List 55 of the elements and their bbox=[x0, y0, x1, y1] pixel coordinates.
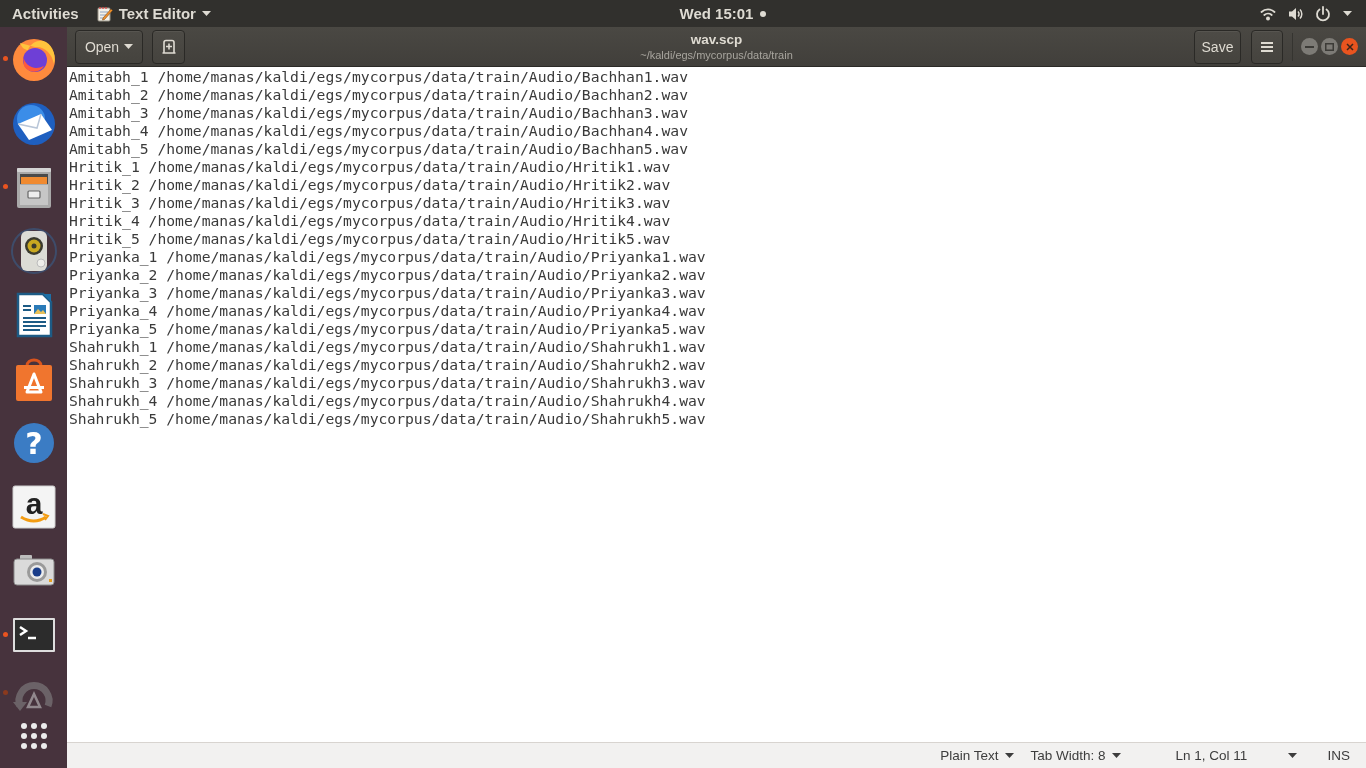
text-line: Priyanka_5 /home/manas/kaldi/egs/mycorpus/data/train/Audio/Priyanka5.wav bbox=[69, 320, 706, 338]
insert-mode-label: INS bbox=[1327, 748, 1350, 763]
close-button[interactable] bbox=[1341, 38, 1358, 55]
text-line: Amitabh_5 /home/manas/kaldi/egs/mycorpus/data/train/Audio/Bachhan5.wav bbox=[69, 140, 688, 158]
language-dropdown[interactable]: Plain Text bbox=[932, 743, 1023, 768]
text-line: Hritik_3 /home/manas/kaldi/egs/mycorpus/data/train/Audio/Hritik3.wav bbox=[69, 194, 671, 212]
text-line: Shahrukh_5 /home/manas/kaldi/egs/mycorpus/data/train/Audio/Shahrukh5.wav bbox=[69, 410, 706, 428]
open-button[interactable]: Open bbox=[75, 29, 143, 64]
text-line: Hritik_1 /home/manas/kaldi/egs/mycorpus/data/train/Audio/Hritik1.wav bbox=[69, 158, 671, 176]
text-line: Amitabh_4 /home/manas/kaldi/egs/mycorpus/data/train/Audio/Bachhan4.wav bbox=[69, 122, 688, 140]
text-line: Priyanka_1 /home/manas/kaldi/egs/mycorpus/data/train/Audio/Priyanka1.wav bbox=[69, 248, 706, 266]
new-document-button[interactable] bbox=[152, 29, 185, 64]
caret-icon bbox=[1112, 753, 1122, 758]
minimize-icon bbox=[1305, 45, 1314, 48]
notification-dot-icon bbox=[760, 10, 767, 17]
volume-icon bbox=[1288, 6, 1303, 21]
clock-button[interactable]: Wed 15:01 bbox=[679, 0, 754, 27]
text-line: Hritik_2 /home/manas/kaldi/egs/mycorpus/data/train/Audio/Hritik2.wav bbox=[69, 176, 671, 194]
text-line: Priyanka_4 /home/manas/kaldi/egs/mycorpus/data/train/Audio/Priyanka4.wav bbox=[69, 302, 706, 320]
minimize-button[interactable] bbox=[1301, 38, 1318, 55]
text-line: Hritik_4 /home/manas/kaldi/egs/mycorpus/data/train/Audio/Hritik4.wav bbox=[69, 212, 671, 230]
text-line: Shahrukh_1 /home/manas/kaldi/egs/mycorpus/data/train/Audio/Shahrukh1.wav bbox=[69, 338, 706, 356]
tab-width-dropdown[interactable]: Tab Width: 8 bbox=[1022, 743, 1130, 768]
maximize-icon bbox=[1325, 42, 1334, 51]
app-menu-button[interactable]: Text Editor bbox=[88, 0, 219, 27]
text-line: Shahrukh_3 /home/manas/kaldi/egs/mycorpus/data/train/Audio/Shahrukh3.wav bbox=[69, 374, 706, 392]
window-title: wav.scp bbox=[690, 31, 743, 48]
text-line: Shahrukh_4 /home/manas/kaldi/egs/mycorpus/data/train/Audio/Shahrukh4.wav bbox=[69, 392, 706, 410]
text-line: Priyanka_2 /home/manas/kaldi/egs/mycorpus/data/train/Audio/Priyanka2.wav bbox=[69, 266, 706, 284]
app-grid-icon[interactable] bbox=[18, 721, 49, 751]
power-icon bbox=[1315, 5, 1331, 22]
text-line: Hritik_5 /home/manas/kaldi/egs/mycorpus/data/train/Audio/Hritik5.wav bbox=[69, 230, 671, 248]
caret-icon bbox=[1343, 11, 1352, 16]
caret-icon bbox=[1005, 753, 1015, 758]
text-line: Priyanka_3 /home/manas/kaldi/egs/mycorpus/data/train/Audio/Priyanka3.wav bbox=[69, 284, 706, 302]
cursor-position: Ln 1, Col 11 bbox=[1175, 748, 1249, 763]
speaker-icon[interactable] bbox=[9, 227, 58, 275]
text-line: Amitabh_1 /home/manas/kaldi/egs/mycorpus/data/train/Audio/Bachhan1.wav bbox=[69, 68, 688, 86]
wifi-icon bbox=[1260, 6, 1276, 21]
activities-button[interactable]: Activities bbox=[0, 0, 89, 27]
save-button[interactable]: Save bbox=[1194, 29, 1241, 64]
text-line: Amitabh_3 /home/manas/kaldi/egs/mycorpus/data/train/Audio/Bachhan3.wav bbox=[69, 104, 688, 122]
notepad-icon bbox=[96, 5, 113, 22]
text-line: Amitabh_2 /home/manas/kaldi/egs/mycorpus/data/train/Audio/Bachhan2.wav bbox=[69, 86, 688, 104]
smile-logo-icon[interactable]: a bbox=[9, 483, 58, 531]
caret-icon bbox=[1288, 753, 1298, 758]
maximize-button[interactable] bbox=[1321, 38, 1338, 55]
close-icon bbox=[1345, 42, 1354, 51]
menu-icon bbox=[1261, 41, 1273, 52]
caret-icon bbox=[124, 44, 134, 49]
caret-icon bbox=[201, 11, 211, 16]
menu-button[interactable] bbox=[1251, 29, 1283, 64]
text-line: Shahrukh_2 /home/manas/kaldi/egs/mycorpus/data/train/Audio/Shahrukh2.wav bbox=[69, 356, 706, 374]
window-subtitle: ~/kaldi/egs/mycorpus/data/train bbox=[640, 48, 793, 62]
new-document-icon bbox=[160, 38, 177, 55]
